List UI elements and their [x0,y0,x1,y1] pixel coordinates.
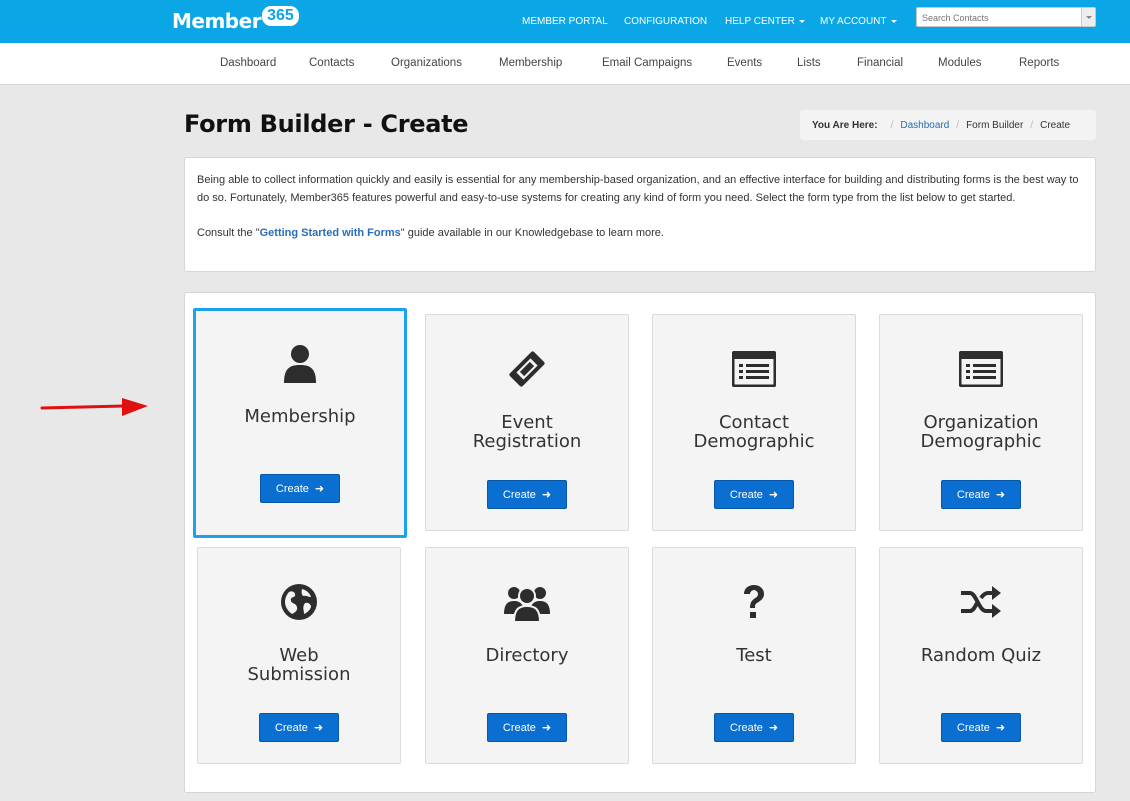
logo-word: Member [172,9,262,33]
breadcrumb-separator: / [1030,119,1034,131]
card-title: Contact Demographic [693,412,815,452]
breadcrumb-separator: / [890,119,894,131]
form-type-card-random-quiz[interactable]: Random Quiz Create ➜ [879,547,1083,764]
subnav-modules[interactable]: Modules [938,57,981,69]
arrow-right-icon: ➜ [768,489,779,501]
card-title: Web Submission [247,645,351,685]
subnav-organizations[interactable]: Organizations [391,57,462,69]
chevron-down-icon [798,20,805,23]
arrow-right-icon: ➜ [314,483,325,495]
list-icon [653,349,855,389]
subnav-events[interactable]: Events [727,57,762,69]
create-label: Create [274,721,308,734]
consult-suffix: " guide available in our Knowledgebase t… [400,227,664,239]
form-type-card-directory[interactable]: Directory Create ➜ [425,547,629,764]
create-contact-demographic-button[interactable]: Create ➜ [714,480,794,509]
breadcrumb-label: You Are Here: [812,119,878,131]
create-label: Create [502,721,536,734]
breadcrumb-dashboard[interactable]: Dashboard [900,120,949,131]
arrow-right-icon: ➜ [541,722,552,734]
subnav-email-campaigns[interactable]: Email Campaigns [602,57,692,69]
subnav-financial[interactable]: Financial [857,57,903,69]
nav-my-account[interactable]: MY ACCOUNT [820,0,897,43]
subnav-contacts[interactable]: Contacts [309,57,354,69]
create-test-button[interactable]: Create ➜ [714,713,794,742]
shuffle-icon [880,582,1082,622]
create-label: Create [729,488,763,501]
intro-text: Being able to collect information quickl… [197,174,1079,204]
card-title: Membership [244,406,356,427]
form-types-panel: Membership Create ➜ Event Registration Cr… [184,292,1096,793]
create-label: Create [729,721,763,734]
breadcrumb-form-builder: Form Builder [966,119,1024,131]
create-directory-button[interactable]: Create ➜ [487,713,567,742]
arrow-right-icon: ➜ [995,722,1006,734]
breadcrumb-current: Create [1040,119,1071,131]
create-membership-button[interactable]: Create ➜ [260,474,340,503]
create-event-registration-button[interactable]: Create ➜ [487,480,567,509]
create-label: Create [956,488,990,501]
card-title: Test [736,645,772,666]
search-dropdown-toggle[interactable] [1081,8,1095,26]
nav-member-portal-label: MEMBER PORTAL [522,16,608,27]
form-type-card-contact-demographic[interactable]: Contact Demographic Create ➜ [652,314,856,531]
list-icon [880,349,1082,389]
nav-help-center[interactable]: HELP CENTER [725,0,805,43]
member365-logo[interactable]: Member 365 [172,5,299,37]
users-icon [426,582,628,622]
arrow-right-icon: ➜ [313,722,324,734]
arrow-right-icon: ➜ [541,489,552,501]
logo-number: 365 [262,6,299,26]
intro-panel: Being able to collect information quickl… [184,157,1096,272]
breadcrumb-separator: / [956,119,960,131]
nav-help-center-label: HELP CENTER [725,16,795,27]
create-organization-demographic-button[interactable]: Create ➜ [941,480,1021,509]
nav-configuration-label: CONFIGURATION [624,16,708,27]
create-label: Create [275,482,309,495]
user-icon [196,343,404,383]
search-input[interactable] [917,9,1077,27]
subnav-membership[interactable]: Membership [499,57,562,69]
globe-icon [198,582,400,622]
question-icon [653,582,855,622]
form-type-card-test[interactable]: Test Create ➜ [652,547,856,764]
top-bar: Member 365 MEMBER PORTAL CONFIGURATION HE… [0,0,1130,43]
card-title: Random Quiz [920,645,1042,666]
arrow-right-icon: ➜ [995,489,1006,501]
form-type-card-web-submission[interactable]: Web Submission Create ➜ [197,547,401,764]
nav-configuration[interactable]: CONFIGURATION [624,0,707,43]
main-navigation: Dashboard Contacts Organizations Members… [0,43,1130,85]
breadcrumb: You Are Here: / Dashboard / Form Builder… [800,110,1096,140]
form-type-card-event-registration[interactable]: Event Registration Create ➜ [425,314,629,531]
card-title: Organization Demographic [920,412,1042,452]
create-web-submission-button[interactable]: Create ➜ [259,713,339,742]
create-label: Create [502,488,536,501]
card-title: Directory [485,645,569,666]
consult-text: Consult the "Getting Started with Forms"… [197,224,1083,242]
arrow-right-icon: ➜ [768,722,779,734]
nav-member-portal[interactable]: MEMBER PORTAL [522,0,608,43]
subnav-reports[interactable]: Reports [1019,57,1059,69]
card-title: Event Registration [472,412,582,452]
nav-my-account-label: MY ACCOUNT [820,16,887,27]
page-title: Form Builder - Create [184,110,469,138]
subnav-dashboard[interactable]: Dashboard [220,57,276,69]
create-random-quiz-button[interactable]: Create ➜ [941,713,1021,742]
search-contacts[interactable] [916,7,1096,27]
form-type-card-organization-demographic[interactable]: Organization Demographic Create ➜ [879,314,1083,531]
annotation-arrow-icon [40,398,148,416]
chevron-down-icon [890,20,897,23]
consult-prefix: Consult the " [197,227,260,239]
create-label: Create [956,721,990,734]
getting-started-link[interactable]: Getting Started with Forms [260,227,401,239]
subnav-lists[interactable]: Lists [797,57,821,69]
ticket-icon [426,349,628,389]
form-type-card-membership[interactable]: Membership Create ➜ [193,308,407,538]
